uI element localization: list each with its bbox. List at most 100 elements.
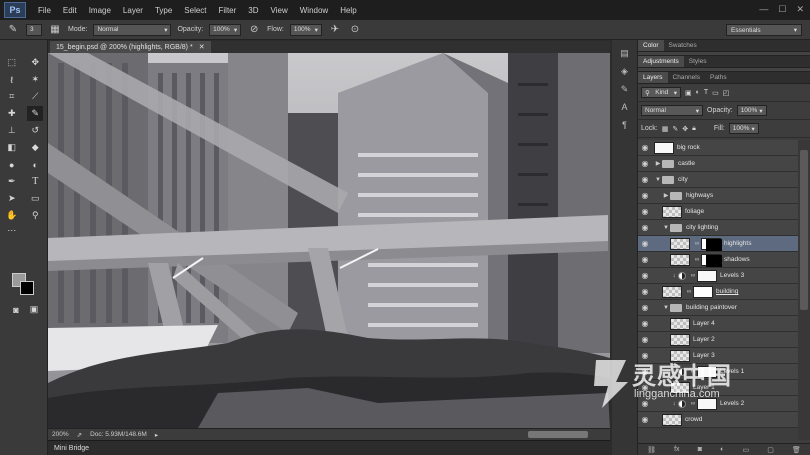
- close-icon[interactable]: ✕: [796, 4, 804, 15]
- background-color-swatch[interactable]: [20, 281, 34, 295]
- layer-thumbnail[interactable]: [662, 285, 682, 298]
- horizontal-scrollbar[interactable]: [528, 431, 588, 438]
- visibility-eye-icon[interactable]: ◉: [638, 303, 652, 312]
- layer-row[interactable]: ◉ ∞ shadows: [638, 252, 798, 268]
- layer-row[interactable]: ◉ ∞ building: [638, 284, 798, 300]
- layer-row[interactable]: ◉ foliage: [638, 204, 798, 220]
- filter-smart-icon[interactable]: ◰: [723, 89, 730, 97]
- layer-thumbnail[interactable]: [670, 253, 690, 266]
- brush-tool-icon[interactable]: ✎: [27, 106, 44, 121]
- zoom-tool-icon[interactable]: ⚲: [27, 208, 43, 223]
- magic-wand-icon[interactable]: ✶: [27, 72, 43, 87]
- brush-size-picker[interactable]: 3: [26, 23, 42, 36]
- filter-adjustment-icon[interactable]: ◐: [696, 89, 700, 96]
- clone-stamp-icon[interactable]: ⊥: [4, 123, 20, 138]
- visibility-eye-icon[interactable]: ◉: [638, 143, 652, 152]
- lock-position-icon[interactable]: ✥: [682, 125, 688, 133]
- character-icon[interactable]: A: [618, 100, 632, 114]
- expand-down-icon[interactable]: ▼: [662, 225, 670, 231]
- healing-brush-icon[interactable]: ✚: [4, 106, 20, 121]
- opacity-field[interactable]: 100% ▾: [209, 23, 242, 36]
- paragraph-icon[interactable]: ¶: [618, 118, 632, 132]
- lock-transparency-icon[interactable]: ▦: [662, 125, 669, 133]
- document-tab[interactable]: 15_begin.psd @ 200% (highlights, RGB/8) …: [50, 41, 211, 53]
- share-icon[interactable]: ⇗: [77, 431, 82, 439]
- brush-presets-icon[interactable]: ✎: [618, 82, 632, 96]
- visibility-eye-icon[interactable]: ◉: [638, 287, 652, 296]
- move-tool-icon[interactable]: ✥: [27, 55, 43, 70]
- layer-mask-thumbnail[interactable]: [701, 237, 722, 251]
- tab-layers[interactable]: Layers: [638, 72, 668, 83]
- quick-mask-icon[interactable]: ◙: [8, 302, 24, 317]
- new-adjustment-icon[interactable]: ◐: [720, 446, 724, 453]
- expand-right-icon[interactable]: ▶: [654, 160, 662, 167]
- delete-layer-icon[interactable]: 🗑︎: [792, 446, 801, 454]
- pressure-size-icon[interactable]: ⊙: [348, 23, 362, 37]
- visibility-eye-icon[interactable]: ◉: [638, 255, 652, 264]
- menu-type[interactable]: Type: [149, 6, 178, 15]
- layer-row[interactable]: ◉ ↓ ∞ Levels 3: [638, 268, 798, 284]
- history-icon[interactable]: ▤: [618, 46, 632, 60]
- layer-row[interactable]: ◉ big rock: [638, 140, 798, 156]
- kind-filter-select[interactable]: ⚲ Kind ▾: [641, 87, 681, 98]
- brush-tool-icon[interactable]: ✎: [6, 23, 20, 37]
- pressure-opacity-icon[interactable]: ⊘: [247, 23, 261, 37]
- mask-link-icon[interactable]: ∞: [685, 289, 693, 295]
- expand-right-icon[interactable]: ▶: [662, 192, 670, 199]
- lock-all-icon[interactable]: 🔒︎: [692, 125, 696, 133]
- layer-row[interactable]: ◉ ▶ highways: [638, 188, 798, 204]
- layer-row[interactable]: ◉ ∞ highlights: [638, 236, 798, 252]
- screen-mode-icon[interactable]: ▣: [26, 302, 42, 317]
- visibility-eye-icon[interactable]: ◉: [638, 223, 652, 232]
- layer-mask-thumbnail[interactable]: [701, 253, 722, 267]
- type-tool-icon[interactable]: T: [27, 174, 43, 189]
- canvas[interactable]: [48, 53, 610, 428]
- status-menu-icon[interactable]: ▸: [155, 431, 158, 439]
- lasso-tool-icon[interactable]: ℓ: [4, 72, 20, 87]
- layer-row[interactable]: ◉ Layer 2: [638, 332, 798, 348]
- layer-mask-thumbnail[interactable]: [693, 285, 713, 298]
- visibility-eye-icon[interactable]: ◉: [638, 415, 652, 424]
- menu-image[interactable]: Image: [83, 6, 117, 15]
- brush-panel-icon[interactable]: ▦: [48, 23, 62, 37]
- menu-window[interactable]: Window: [294, 6, 334, 15]
- more-tools-icon[interactable]: ⋯: [4, 223, 20, 238]
- visibility-eye-icon[interactable]: ◉: [638, 271, 652, 280]
- tab-channels[interactable]: Channels: [668, 72, 705, 83]
- eraser-icon[interactable]: ◧: [4, 140, 20, 155]
- visibility-eye-icon[interactable]: ◉: [638, 207, 652, 216]
- blend-mode-select[interactable]: Normal ▾: [641, 105, 703, 116]
- lock-pixels-icon[interactable]: ✎: [672, 125, 678, 133]
- new-layer-icon[interactable]: ▢: [767, 446, 774, 454]
- filter-shape-icon[interactable]: ▭: [712, 89, 719, 97]
- crop-tool-icon[interactable]: ⌗: [4, 89, 20, 104]
- layer-thumbnail[interactable]: [654, 141, 674, 154]
- history-brush-icon[interactable]: ↺: [27, 123, 43, 138]
- visibility-eye-icon[interactable]: ◉: [638, 191, 652, 200]
- mask-link-icon[interactable]: ∞: [693, 257, 701, 263]
- visibility-eye-icon[interactable]: ◉: [638, 319, 652, 328]
- marquee-tool-icon[interactable]: ⬚: [4, 55, 20, 70]
- layer-row[interactable]: ◉ crowd: [638, 412, 798, 428]
- visibility-eye-icon[interactable]: ◉: [638, 239, 652, 248]
- visibility-eye-icon[interactable]: ◉: [638, 175, 652, 184]
- new-group-icon[interactable]: ▭: [742, 446, 749, 454]
- flow-field[interactable]: 100% ▾: [289, 23, 322, 36]
- close-icon[interactable]: ✕: [199, 43, 205, 51]
- menu-file[interactable]: File: [32, 6, 57, 15]
- eyedropper-icon[interactable]: ⟋: [27, 89, 43, 104]
- mode-select[interactable]: Normal ▾: [93, 23, 172, 36]
- menu-edit[interactable]: Edit: [57, 6, 83, 15]
- menu-layer[interactable]: Layer: [117, 6, 149, 15]
- layers-scrollbar-thumb[interactable]: [800, 150, 808, 310]
- mask-link-icon[interactable]: ∞: [693, 241, 701, 247]
- airbrush-icon[interactable]: ✈: [328, 23, 342, 37]
- layer-row[interactable]: ◉ ▼ building paintover: [638, 300, 798, 316]
- layer-row[interactable]: ◉ ▶ castle: [638, 156, 798, 172]
- layer-thumbnail[interactable]: [662, 413, 682, 426]
- tab-swatches[interactable]: Swatches: [664, 40, 702, 51]
- dodge-tool-icon[interactable]: ◐: [27, 157, 43, 172]
- mini-bridge-tab[interactable]: Mini Bridge: [48, 440, 610, 455]
- properties-icon[interactable]: ◈: [618, 64, 632, 78]
- path-selection-icon[interactable]: ➤: [4, 191, 20, 206]
